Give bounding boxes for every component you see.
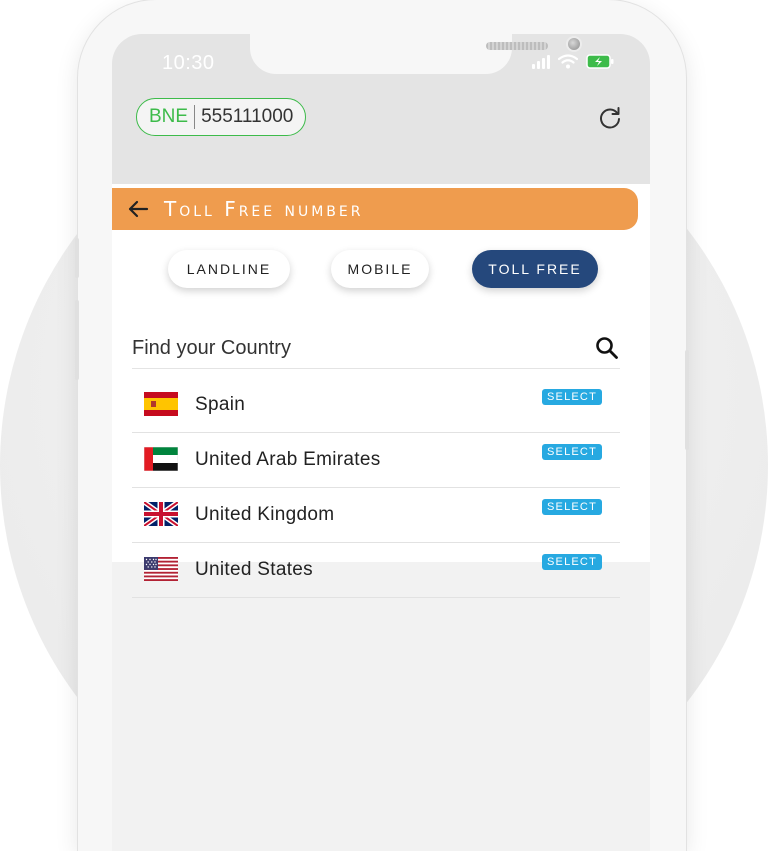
country-list: Spain SELECT United Arab Emirates SELECT <box>132 378 620 598</box>
search-icon[interactable] <box>594 335 620 361</box>
us-flag-icon <box>144 557 178 581</box>
list-item[interactable]: United Arab Emirates SELECT <box>132 433 620 488</box>
phone-side-button <box>685 350 689 450</box>
account-code: BNE <box>149 106 189 127</box>
uk-flag-icon <box>144 502 178 526</box>
phone-side-button <box>75 238 79 278</box>
status-icons <box>532 54 614 69</box>
wifi-icon <box>558 54 578 69</box>
status-area: 10:30 BNE 555111000 <box>112 34 650 184</box>
refresh-icon[interactable] <box>596 104 624 132</box>
select-button[interactable]: SELECT <box>542 554 602 570</box>
search-input[interactable] <box>132 336 552 360</box>
uae-flag-icon <box>144 447 178 471</box>
account-badge: BNE 555111000 <box>136 98 307 136</box>
status-time: 10:30 <box>162 52 215 74</box>
tab-toll-free[interactable]: TOLL FREE <box>472 250 598 288</box>
select-button[interactable]: SELECT <box>542 389 602 405</box>
account-separator <box>194 105 196 129</box>
front-camera <box>568 38 580 50</box>
spain-flag-icon <box>144 392 178 416</box>
speaker <box>486 42 548 50</box>
account-number: 555111000 <box>201 106 294 127</box>
main-content: Toll Free number LANDLINE MOBILE TOLL FR… <box>112 184 650 598</box>
phone-side-button <box>75 300 79 380</box>
country-name: United Arab Emirates <box>195 449 381 470</box>
list-item[interactable]: United States SELECT <box>132 543 620 598</box>
phone-screen: 10:30 BNE 555111000 Toll Free number LAN… <box>112 34 650 851</box>
country-name: Spain <box>195 394 246 415</box>
country-search <box>132 328 620 369</box>
country-name: United Kingdom <box>195 504 335 525</box>
notch <box>250 34 580 74</box>
signal-icon <box>532 54 550 69</box>
page-title: Toll Free number <box>164 197 364 221</box>
battery-charging-icon <box>586 54 614 69</box>
select-button[interactable]: SELECT <box>542 499 602 515</box>
country-name: United States <box>195 559 313 580</box>
select-button[interactable]: SELECT <box>542 444 602 460</box>
list-item[interactable]: United Kingdom SELECT <box>132 488 620 543</box>
tab-landline[interactable]: LANDLINE <box>168 250 290 288</box>
page-header: Toll Free number <box>112 188 638 230</box>
list-item[interactable]: Spain SELECT <box>132 378 620 433</box>
tab-mobile[interactable]: MOBILE <box>331 250 429 288</box>
back-arrow-icon[interactable] <box>126 197 150 221</box>
